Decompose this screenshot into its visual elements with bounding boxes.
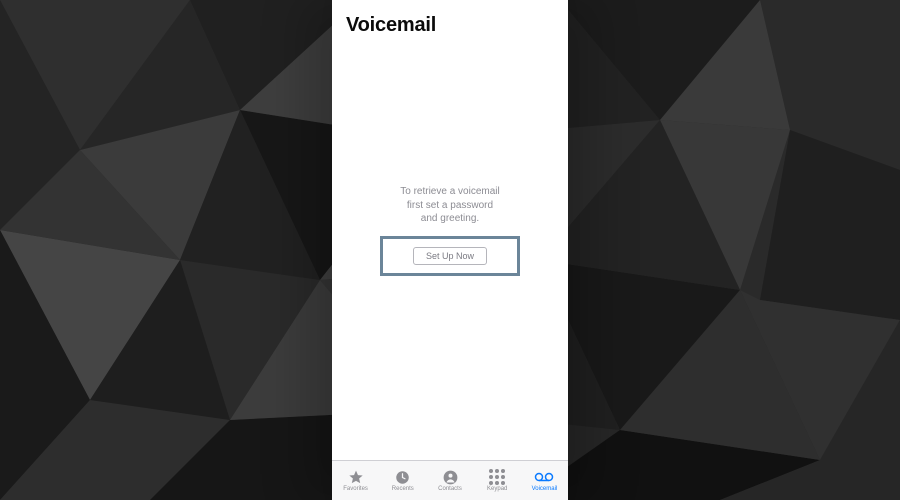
setup-highlight-frame: Set Up Now [380,236,520,276]
setup-now-button[interactable]: Set Up Now [413,247,487,265]
keypad-icon [489,469,505,485]
tab-label: Voicemail [532,486,558,492]
instruction-line-3: and greeting. [400,212,499,226]
tab-label: Recents [392,486,414,492]
tab-bar: Favorites Recents Contacts Keypad Voicem… [332,460,568,500]
instruction-line-2: first set a password [400,199,499,213]
tab-contacts[interactable]: Contacts [426,461,473,500]
star-icon [348,469,364,485]
tab-keypad[interactable]: Keypad [474,461,521,500]
tab-recents[interactable]: Recents [379,461,426,500]
voicemail-icon [534,469,554,485]
voicemail-empty-state: To retrieve a voicemail first set a pass… [332,19,568,442]
tab-label: Keypad [487,486,507,492]
tab-favorites[interactable]: Favorites [332,461,379,500]
clock-icon [395,469,410,485]
tab-voicemail[interactable]: Voicemail [521,461,568,500]
tab-label: Favorites [343,486,368,492]
tab-label: Contacts [438,486,462,492]
instruction-line-1: To retrieve a voicemail [400,185,499,199]
person-icon [443,469,458,485]
phone-screen: Voicemail To retrieve a voicemail first … [332,0,568,500]
instruction-text: To retrieve a voicemail first set a pass… [400,185,499,226]
